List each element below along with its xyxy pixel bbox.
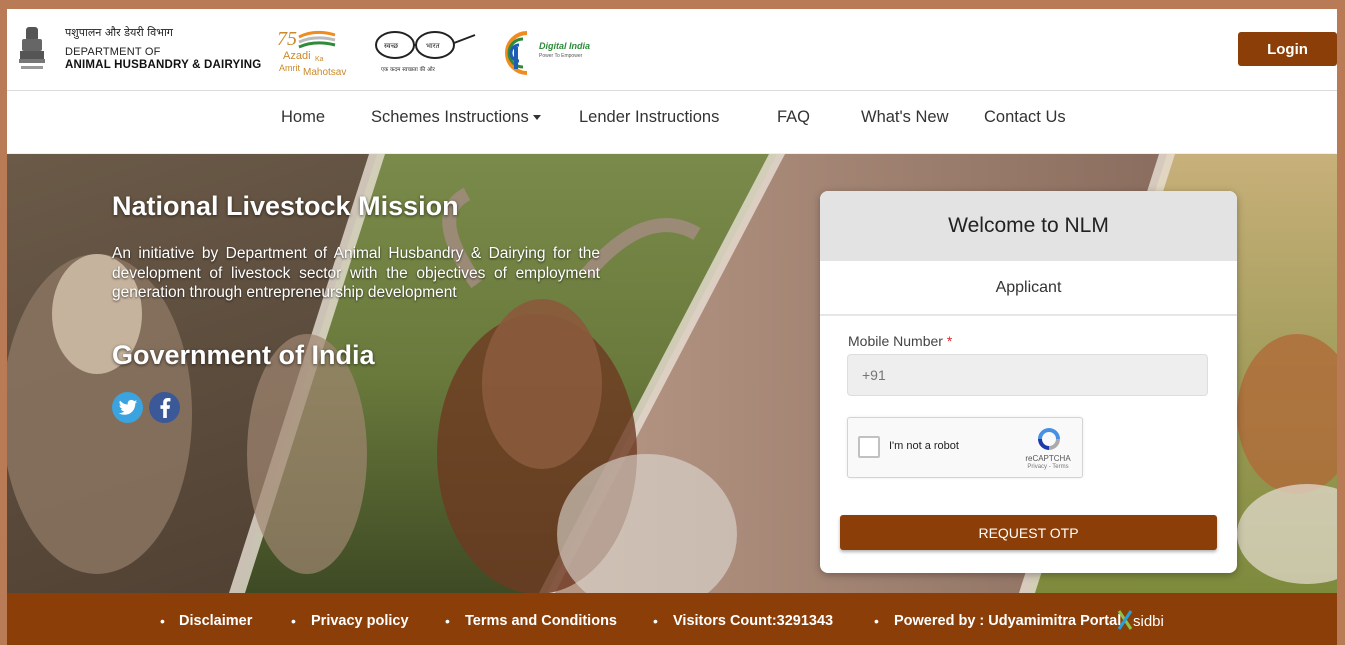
digital-india-text: Digital India	[539, 41, 590, 51]
facebook-icon[interactable]	[149, 392, 180, 423]
dept-line1: DEPARTMENT OF	[65, 46, 161, 58]
hero-description: An initiative by Department of Animal Hu…	[112, 245, 600, 301]
login-button[interactable]: Login	[1238, 32, 1337, 66]
digital-india-logo: Digital India Power To Empower	[505, 31, 590, 75]
card-heading: Welcome to NLM	[820, 191, 1237, 261]
nav-whats-new[interactable]: What's New	[861, 108, 949, 127]
recaptcha-label: I'm not a robot	[889, 440, 959, 452]
department-title: पशुपालन और डेयरी विभाग DEPARTMENT OF ANI…	[65, 25, 261, 71]
nav-faq[interactable]: FAQ	[777, 108, 810, 127]
hero-title: National Livestock Mission	[112, 191, 459, 221]
request-otp-button[interactable]: REQUEST OTP	[840, 515, 1217, 550]
nav-home[interactable]: Home	[281, 108, 325, 127]
footer-terms-link[interactable]: Terms and Conditions	[465, 613, 617, 629]
social-links	[112, 392, 180, 423]
site-header: पशुपालन और डेयरी विभाग DEPARTMENT OF ANI…	[7, 9, 1337, 91]
footer-bullet: •	[291, 613, 296, 629]
azadi-ka-text: Ka	[315, 56, 324, 63]
azadi-mahotsav-text: Mahotsav	[303, 67, 346, 78]
footer-bullet: •	[653, 613, 658, 629]
hero-banner: National Livestock Mission An initiative…	[7, 154, 1337, 593]
svg-text:75: 75	[277, 28, 297, 50]
azadi-ka-amrit-mahotsav-logo: 75 Azadi Ka Amrit Mahotsav	[277, 28, 346, 78]
footer-bullet: •	[874, 613, 879, 629]
digital-india-tagline: Power To Empower	[539, 53, 583, 59]
footer-bullet: •	[160, 613, 165, 629]
footer-bullet: •	[445, 613, 450, 629]
swachh-left-text: स्वच्छ	[384, 42, 399, 50]
footer-privacy-link[interactable]: Privacy policy	[311, 613, 409, 629]
mobile-number-label: Mobile Number *	[848, 333, 952, 349]
mobile-number-input[interactable]	[847, 354, 1208, 396]
nav-lender-instructions[interactable]: Lender Instructions	[579, 108, 719, 127]
tab-applicant[interactable]: Applicant	[820, 261, 1237, 316]
recaptcha-logo-icon	[1038, 428, 1060, 450]
page-frame: पशुपालन और डेयरी विभाग DEPARTMENT OF ANI…	[7, 9, 1337, 645]
recaptcha-brand: reCAPTCHA	[1025, 454, 1071, 463]
sidbi-text: sidbi	[1133, 613, 1164, 630]
visitors-count: Visitors Count:3291343	[673, 613, 834, 629]
dept-line2: ANIMAL HUSBANDRY & DAIRYING	[65, 59, 262, 71]
site-footer: • Disclaimer • Privacy policy • Terms an…	[7, 593, 1337, 645]
swachh-bharat-logo: स्वच्छ भारत एक कदम स्वच्छता की ओर	[375, 31, 476, 73]
sidbi-logo: sidbi	[1117, 610, 1164, 630]
recaptcha-checkbox[interactable]	[858, 436, 880, 458]
swachh-right-text: भारत	[426, 42, 441, 50]
azadi-text: Azadi	[283, 50, 311, 62]
main-nav: Home Schemes Instructions Lender Instruc…	[7, 91, 1337, 153]
azadi-amrit-text: Amrit	[279, 63, 300, 73]
recaptcha-privacy-terms[interactable]: Privacy - Terms	[1020, 464, 1076, 470]
dropdown-caret-icon	[532, 115, 541, 121]
powered-by-text[interactable]: Powered by : Udyamimitra Portal	[894, 613, 1121, 629]
nav-schemes-label: Schemes Instructions	[371, 108, 529, 126]
dept-hindi-name: पशुपालन और डेयरी विभाग	[65, 26, 173, 39]
nav-contact-us[interactable]: Contact Us	[984, 108, 1066, 127]
nav-schemes-instructions[interactable]: Schemes Instructions	[371, 108, 541, 127]
mobile-label-text: Mobile Number	[848, 333, 943, 349]
footer-disclaimer-link[interactable]: Disclaimer	[179, 613, 252, 629]
swachh-tagline: एक कदम स्वच्छता की ओर	[381, 66, 436, 73]
login-card: Welcome to NLM Applicant Mobile Number *…	[820, 191, 1237, 573]
hero-gov-title: Government of India	[112, 340, 375, 370]
twitter-icon[interactable]	[112, 392, 143, 423]
required-mark: *	[946, 333, 953, 349]
national-emblem-icon	[19, 27, 45, 69]
recaptcha-widget: I'm not a robot reCAPTCHA Privacy - Term…	[847, 417, 1083, 478]
